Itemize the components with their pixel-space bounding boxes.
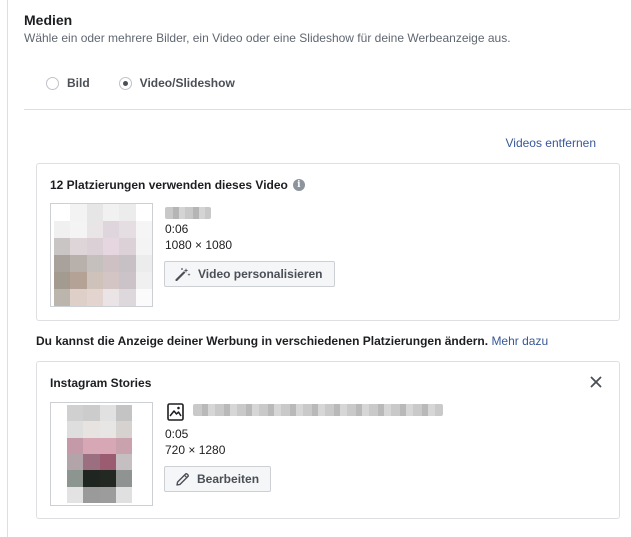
main-video-card: 12 Platzierungen verwenden dieses Video … [36, 163, 620, 321]
edit-label: Bearbeiten [197, 472, 260, 486]
instagram-stories-card: Instagram Stories 0:05 720 × 1280 Bearbe… [36, 361, 620, 519]
stories-resolution: 720 × 1280 [165, 443, 226, 457]
video-duration: 0:06 [165, 222, 189, 236]
placement-note: Du kannst die Anzeige deiner Werbung in … [36, 334, 548, 348]
radio-option-video-slideshow[interactable]: Video/Slideshow [118, 76, 235, 90]
stories-duration: 0:05 [165, 427, 189, 441]
video-thumbnail-image [54, 204, 152, 306]
main-video-title-text: 12 Platzierungen verwenden dieses Video [50, 178, 288, 192]
divider [24, 109, 631, 110]
radio-bild-label: Bild [67, 76, 90, 90]
close-icon[interactable] [589, 375, 603, 389]
radio-option-bild[interactable]: Bild [46, 76, 90, 90]
edit-button[interactable]: Bearbeiten [164, 466, 272, 492]
stories-video-name-blurred [193, 404, 443, 416]
info-icon[interactable]: i [292, 179, 305, 191]
radio-bild[interactable] [46, 76, 59, 90]
stories-card-title: Instagram Stories [50, 376, 151, 390]
placement-note-text: Du kannst die Anzeige deiner Werbung in … [36, 334, 489, 348]
media-type-selector: Bild Video/Slideshow [46, 76, 264, 90]
personalize-video-label: Video personalisieren [198, 267, 323, 281]
stories-thumbnail-image [67, 405, 132, 503]
left-border [7, 0, 8, 537]
remove-videos-link[interactable]: Videos entfernen [505, 136, 596, 150]
magic-wand-icon [175, 268, 191, 281]
video-thumbnail[interactable] [50, 203, 153, 307]
section-title: Medien [24, 12, 73, 28]
stories-thumbnail[interactable] [50, 402, 153, 506]
personalize-video-button[interactable]: Video personalisieren [164, 261, 335, 287]
radio-video-slideshow[interactable] [118, 76, 132, 90]
main-video-card-title: 12 Platzierungen verwenden dieses Video … [50, 178, 305, 192]
video-name-blurred [165, 207, 211, 219]
section-subtitle: Wähle ein oder mehrere Bilder, ein Video… [24, 31, 511, 45]
learn-more-link[interactable]: Mehr dazu [491, 334, 548, 348]
radio-video-slideshow-label: Video/Slideshow [139, 76, 235, 90]
pencil-icon [176, 472, 189, 486]
video-resolution: 1080 × 1080 [165, 238, 233, 252]
stories-title-text: Instagram Stories [50, 376, 152, 390]
image-video-icon [167, 403, 184, 421]
